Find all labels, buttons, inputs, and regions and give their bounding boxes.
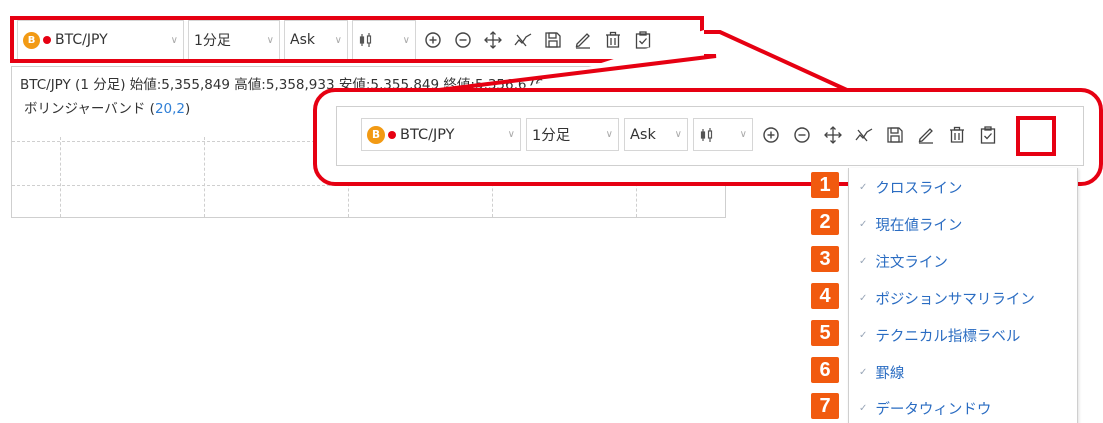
menu-item-current-price-line[interactable]: ✓ 現在値ライン [849,210,962,238]
chart-type-select[interactable]: ∨ [693,118,753,151]
menu-item-label: 注文ライン [875,254,948,271]
flag-dot-icon [388,130,396,139]
number-badge: 1 [811,172,839,198]
display-settings-icon[interactable] [975,125,1001,144]
chevron-down-icon: ∨ [674,129,682,140]
number-badge: 2 [811,209,839,235]
chevron-down-icon: ∨ [605,129,613,140]
menu-item-crossline[interactable]: ✓ クロスライン [849,173,962,201]
toolbar-highlight-frame [10,16,704,63]
chevron-down-icon: ∨ [739,129,747,140]
check-icon: ✓ [859,218,868,230]
zoom-in-icon[interactable] [758,126,784,144]
display-settings-highlight [1016,116,1056,156]
menu-item-data-window[interactable]: ✓ データウィンドウ [849,394,991,422]
indicator-label: ボリンジャーバンド (20,2) [24,97,190,117]
check-icon: ✓ [859,181,868,193]
save-icon[interactable] [882,126,908,144]
candlestick-icon [699,127,715,143]
price-type-select[interactable]: Ask ∨ [624,118,688,151]
chart-toolbar-zoom: B BTC/JPY ∨ 1分足 ∨ Ask ∨ ∨ [361,118,1001,151]
trash-icon[interactable] [944,126,970,144]
check-icon: ✓ [859,402,868,414]
check-icon: ✓ [859,329,868,341]
chevron-down-icon: ∨ [507,129,515,140]
grid-line [60,137,61,217]
menu-item-label: ポジションサマリライン [875,291,1035,308]
menu-item-label: 罫線 [875,365,905,382]
menu-item-label: テクニカル指標ラベル [875,328,1021,345]
number-badge: 3 [811,246,839,272]
number-badge: 6 [811,357,839,383]
menu-item-label: 現在値ライン [875,217,963,234]
menu-item-label: データウィンドウ [875,401,992,418]
zoom-out-icon[interactable] [789,126,815,144]
check-icon: ✓ [859,292,868,304]
number-badge: 5 [811,320,839,346]
number-badge: 7 [811,393,839,419]
check-icon: ✓ [859,255,868,267]
move-icon[interactable] [820,125,846,144]
display-settings-menu: ✓ クロスライン ✓ 現在値ライン ✓ 注文ライン ✓ ポジションサマリライン ✓ テクニ… [848,168,1078,423]
menu-item-position-summary-line[interactable]: ✓ ポジションサマリライン [849,284,1035,312]
indicator-name: ボリンジャーバンド ( [24,101,155,117]
symbol-select[interactable]: B BTC/JPY ∨ [361,118,521,151]
menu-item-technical-label[interactable]: ✓ テクニカル指標ラベル [849,321,1020,349]
pencil-icon[interactable] [913,126,939,144]
indicator-close: ) [185,101,191,117]
menu-item-order-line[interactable]: ✓ 注文ライン [849,247,948,275]
symbol-label: BTC/JPY [400,126,455,143]
indicator-params: 20,2 [154,101,185,117]
number-badge: 4 [811,283,839,309]
menu-item-drawing-lines[interactable]: ✓ 罫線 [849,358,904,386]
interval-label: 1分足 [532,128,571,144]
grid-line [204,137,205,217]
bitcoin-icon: B [367,125,385,144]
trendline-icon[interactable] [851,126,877,144]
price-type-label: Ask [630,126,656,143]
check-icon: ✓ [859,366,868,378]
menu-item-label: クロスライン [875,180,963,197]
interval-select[interactable]: 1分足 ∨ [526,118,619,151]
